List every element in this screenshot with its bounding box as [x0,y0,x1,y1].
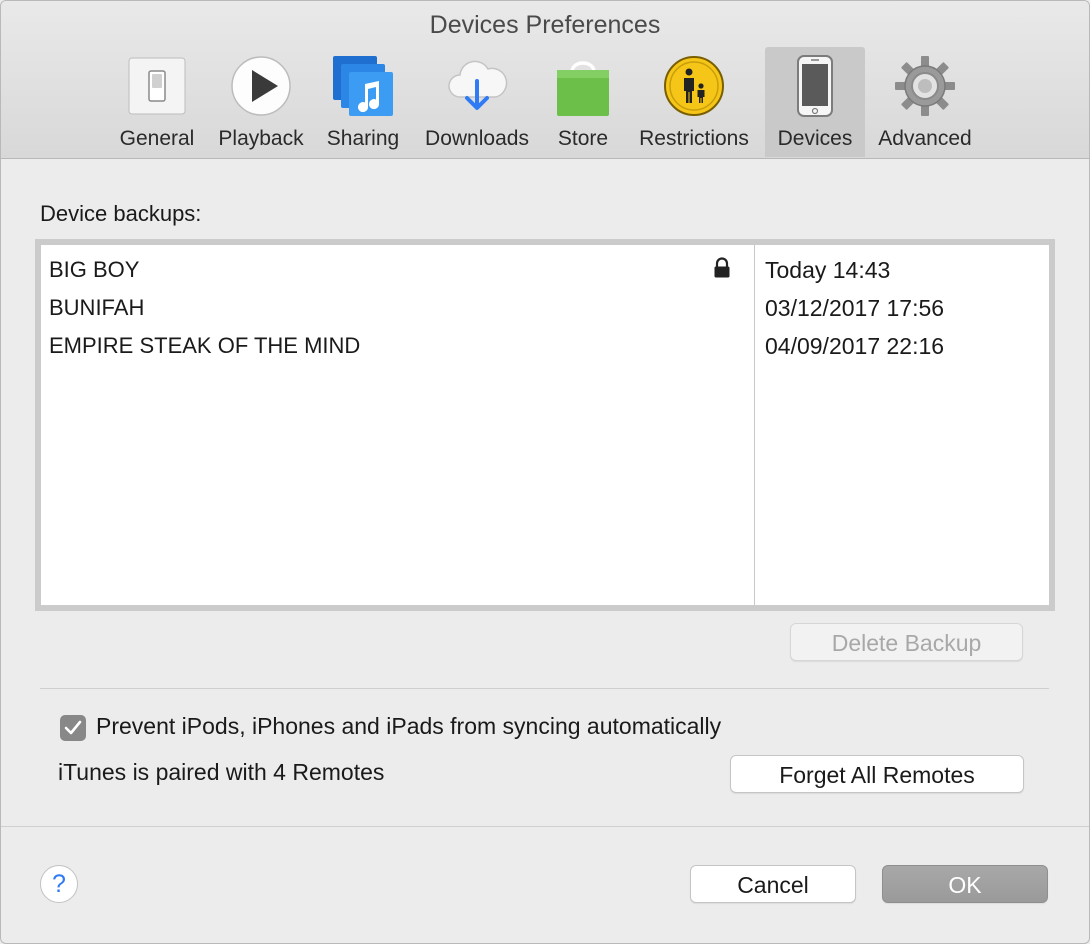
tab-store[interactable]: Store [547,47,619,157]
checkmark-icon [64,720,82,735]
tab-restrictions-label: Restrictions [639,127,749,150]
tab-advanced-label: Advanced [878,127,972,150]
cloud-download-icon [444,53,510,119]
tab-restrictions[interactable]: Restrictions [627,47,761,157]
window-title: Devices Preferences [429,11,661,39]
paired-remotes-text: iTunes is paired with 4 Remotes [58,759,385,785]
shopping-bag-icon [550,53,616,119]
tab-store-label: Store [557,127,609,150]
general-switch-icon [124,53,190,119]
cancel-button[interactable]: Cancel [690,865,856,903]
help-button[interactable]: ? [40,865,78,903]
backups-list[interactable]: BIG BOY Today 14:43 BUNIFAH 03/12/2017 1… [35,239,1055,611]
forget-all-remotes-button[interactable]: Forget All Remotes [730,755,1024,793]
backup-row[interactable]: EMPIRE STEAK OF THE MIND 04/09/2017 22:1… [49,327,1049,365]
section-divider [40,688,1049,689]
tab-sharing[interactable]: Sharing [319,47,407,157]
music-note-icon [330,53,396,119]
tab-downloads-label: Downloads [425,127,529,150]
backup-date: 04/09/2017 22:16 [765,333,945,359]
footer-divider [1,826,1089,827]
tab-downloads[interactable]: Downloads [415,47,539,157]
tab-general[interactable]: General [111,47,203,157]
help-icon: ? [52,869,66,898]
play-icon [228,53,294,119]
backup-row[interactable]: BUNIFAH 03/12/2017 17:56 [49,289,1049,327]
backup-name: BUNIFAH [49,295,145,320]
backup-name: EMPIRE STEAK OF THE MIND [49,333,361,358]
ok-button[interactable]: OK [882,865,1048,903]
iphone-icon [782,53,848,119]
prevent-sync-label[interactable]: Prevent iPods, iPhones and iPads from sy… [96,713,721,740]
tab-advanced[interactable]: Advanced [869,47,981,157]
delete-backup-button[interactable]: Delete Backup [790,623,1023,661]
parental-control-icon [661,53,727,119]
backup-name: BIG BOY [49,257,140,282]
lock-icon [713,257,731,285]
tab-devices[interactable]: Devices [765,47,865,157]
backup-date: 03/12/2017 17:56 [765,295,945,321]
tab-sharing-label: Sharing [326,127,400,150]
backup-row[interactable]: BIG BOY Today 14:43 [49,251,1049,289]
tab-general-label: General [119,127,195,150]
tab-playback[interactable]: Playback [211,47,311,157]
prevent-sync-checkbox[interactable] [60,715,86,741]
tab-playback-label: Playback [218,127,304,150]
preferences-window: Devices Preferences General Playback Sha… [0,0,1090,944]
device-backups-heading: Device backups: [40,201,202,226]
backup-date: Today 14:43 [765,257,891,283]
tab-devices-label: Devices [777,127,853,150]
toolbar: Devices Preferences General Playback Sha… [1,1,1089,159]
gear-icon [892,53,958,119]
